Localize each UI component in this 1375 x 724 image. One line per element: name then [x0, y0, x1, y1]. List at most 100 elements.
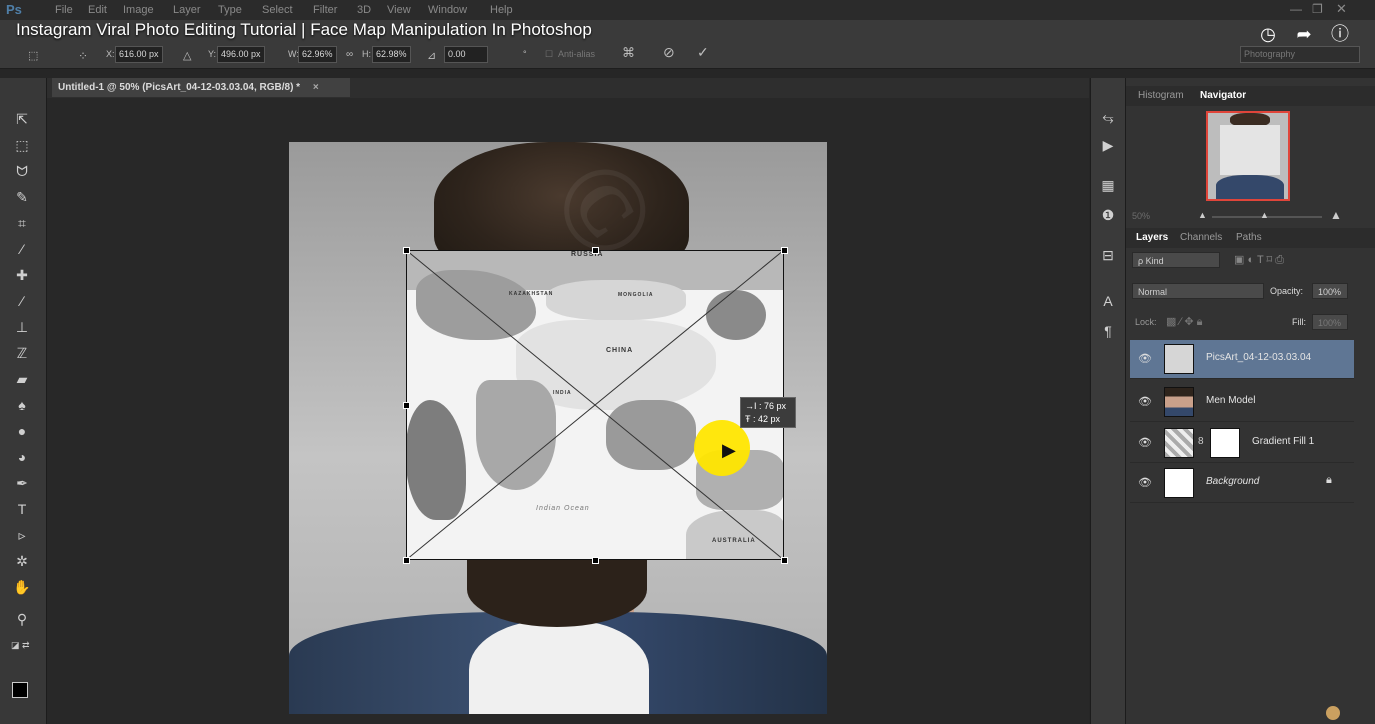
fill-field[interactable]: 100% — [1312, 314, 1348, 330]
cancel-transform-icon[interactable]: ⊘ — [663, 44, 675, 61]
layer-name[interactable]: Background — [1206, 476, 1259, 487]
tab-layers[interactable]: Layers — [1136, 232, 1168, 243]
type-tool-icon[interactable]: T — [11, 498, 33, 520]
layer-name[interactable]: Men Model — [1206, 395, 1255, 406]
handle-top-left[interactable] — [403, 247, 410, 254]
handle-bottom-center[interactable] — [592, 557, 599, 564]
paragraph-icon[interactable]: ¶ — [1099, 322, 1117, 340]
layer-name[interactable]: Gradient Fill 1 — [1252, 436, 1314, 447]
warp-icon[interactable]: ⌘ — [622, 45, 635, 61]
menu-filter[interactable]: Filter — [313, 4, 337, 16]
brush-tool-icon[interactable]: ∕ — [11, 290, 33, 312]
minimize-icon[interactable]: — — [1290, 2, 1302, 16]
menu-type[interactable]: Type — [218, 4, 242, 16]
history-brush-tool-icon[interactable]: ℤ — [11, 342, 33, 364]
link-chain-icon[interactable]: 8 — [1198, 436, 1204, 447]
crop-tool-icon[interactable]: ⌗ — [11, 212, 33, 234]
layer-row-men-model[interactable]: 👁︎ Men Model — [1130, 383, 1354, 422]
visibility-eye-icon[interactable]: 👁︎ — [1138, 436, 1152, 449]
zoom-in-icon[interactable]: ▲ — [1330, 208, 1342, 222]
handle-middle-left[interactable] — [403, 402, 410, 409]
menu-view[interactable]: View — [387, 4, 411, 16]
blend-mode-select[interactable]: Normal — [1132, 283, 1264, 299]
shape-tool-icon[interactable]: ✲ — [11, 550, 33, 572]
close-window-icon[interactable]: ✕ — [1336, 1, 1347, 17]
swatches-icon[interactable]: ▦ — [1099, 176, 1117, 194]
workspace-select[interactable]: Photography — [1240, 46, 1360, 63]
reference-point-icon[interactable]: ⁘ — [78, 49, 88, 63]
quick-select-tool-icon[interactable]: ✎ — [11, 186, 33, 208]
history-icon[interactable]: ⥃ — [1099, 108, 1117, 126]
transform-box[interactable] — [406, 250, 784, 560]
layer-filter-icons[interactable]: ▣ ◐ T ⌑ ⎙ — [1234, 253, 1284, 267]
swap-colors-icon[interactable]: ◪ ⇄ — [11, 640, 30, 651]
layer-kind-filter[interactable]: ρ Kind — [1132, 252, 1220, 268]
move-tool-icon[interactable]: ⬚ — [28, 49, 38, 62]
handle-bottom-left[interactable] — [403, 557, 410, 564]
layer-row-gradient-fill[interactable]: 👁︎ 8 Gradient Fill 1 — [1130, 424, 1354, 463]
tab-navigator[interactable]: Navigator — [1200, 90, 1246, 101]
menu-select[interactable]: Select — [262, 4, 293, 16]
commit-transform-icon[interactable]: ✓ — [697, 44, 709, 61]
zoom-out-icon[interactable]: ▲ — [1198, 210, 1207, 220]
lock-icons[interactable]: ▩ ∕ ✥ 🔒︎ — [1166, 315, 1202, 329]
y-field[interactable]: 496.00 px — [217, 46, 265, 63]
degree-symbol: ° — [523, 49, 527, 59]
menu-image[interactable]: Image — [123, 4, 154, 16]
w-field[interactable]: 62.96% — [298, 46, 337, 63]
blur-tool-icon[interactable]: ● — [11, 420, 33, 442]
info-panel-icon[interactable]: ❶ — [1099, 206, 1117, 224]
eyedropper-tool-icon[interactable]: ⁄ — [11, 238, 33, 260]
tab-channels[interactable]: Channels — [1180, 232, 1222, 243]
info-icon[interactable]: ⓘ — [1328, 22, 1352, 46]
antialias-checkbox[interactable]: ☐ — [545, 49, 553, 60]
opacity-field[interactable]: 100% — [1312, 283, 1348, 299]
tab-histogram[interactable]: Histogram — [1138, 90, 1184, 101]
move-tool-icon[interactable]: ⇱ — [11, 108, 33, 130]
share-icon[interactable]: ➦ — [1292, 22, 1316, 46]
menu-3d[interactable]: 3D — [357, 4, 371, 16]
properties-icon[interactable]: ⊟ — [1099, 246, 1117, 264]
stamp-tool-icon[interactable]: ⊥ — [11, 316, 33, 338]
paint-bucket-tool-icon[interactable]: ♠ — [11, 394, 33, 416]
navigator-preview[interactable] — [1206, 111, 1290, 201]
eraser-tool-icon[interactable]: ▰ — [11, 368, 33, 390]
path-selection-tool-icon[interactable]: ▹ — [11, 524, 33, 546]
pen-tool-icon[interactable]: ✒ — [11, 472, 33, 494]
layer-name[interactable]: PicsArt_04-12-03.03.04 — [1206, 352, 1311, 363]
visibility-eye-icon[interactable]: 👁︎ — [1138, 352, 1152, 365]
visibility-eye-icon[interactable]: 👁︎ — [1138, 476, 1152, 489]
hand-tool-icon[interactable]: ✋ — [11, 576, 33, 598]
foreground-color-swatch[interactable] — [12, 682, 28, 698]
healing-brush-tool-icon[interactable]: ✚ — [11, 264, 33, 286]
actions-play-icon[interactable]: ▶ — [1099, 136, 1117, 154]
layer-row-background[interactable]: 👁︎ Background 🔒︎ — [1130, 464, 1354, 503]
dodge-tool-icon[interactable]: ◕ — [11, 446, 33, 468]
menu-layer[interactable]: Layer — [173, 4, 201, 16]
zoom-tool-icon[interactable]: ⚲ — [11, 608, 33, 630]
lasso-tool-icon[interactable]: ᗢ — [11, 160, 33, 182]
close-tab-icon[interactable]: × — [313, 82, 319, 93]
menu-file[interactable]: File — [55, 4, 73, 16]
clock-icon[interactable]: ◷ — [1256, 22, 1280, 46]
marquee-tool-icon[interactable]: ⬚ — [11, 134, 33, 156]
menu-window[interactable]: Window — [428, 4, 467, 16]
handle-top-right[interactable] — [781, 247, 788, 254]
zoom-slider-thumb[interactable]: ▲ — [1260, 210, 1269, 220]
h-field[interactable]: 62.98% — [372, 46, 411, 63]
angle-field[interactable]: 0.00 — [444, 46, 488, 63]
document-tab[interactable]: Untitled-1 @ 50% (PicsArt_04-12-03.03.04… — [52, 78, 350, 97]
tab-paths[interactable]: Paths — [1236, 232, 1262, 243]
avatar[interactable] — [1326, 706, 1340, 720]
menu-help[interactable]: Help — [490, 4, 513, 16]
layer-row-picsart[interactable]: 👁︎ PicsArt_04-12-03.03.04 — [1130, 340, 1354, 379]
character-icon[interactable]: A — [1099, 292, 1117, 310]
x-field[interactable]: 616.00 px — [115, 46, 163, 63]
visibility-eye-icon[interactable]: 👁︎ — [1138, 395, 1152, 408]
navigator-zoom-value[interactable]: 50% — [1132, 211, 1150, 221]
handle-bottom-right[interactable] — [781, 557, 788, 564]
restore-icon[interactable]: ❐ — [1312, 2, 1323, 16]
link-icon[interactable]: ∞ — [346, 49, 353, 60]
menu-edit[interactable]: Edit — [88, 4, 107, 16]
transform-tooltip: →I : 76 px Ŧ : 42 px — [740, 397, 796, 428]
